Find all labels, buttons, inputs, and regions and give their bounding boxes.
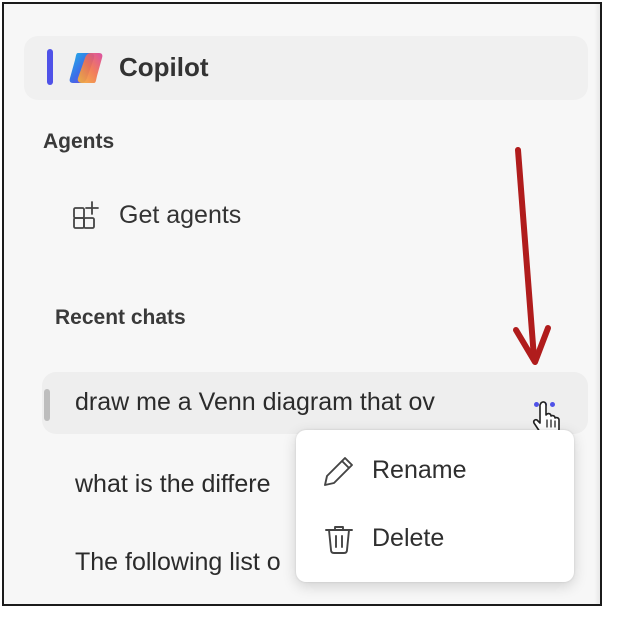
selection-indicator bbox=[47, 49, 53, 85]
copilot-label: Copilot bbox=[119, 52, 209, 82]
recent-chats-heading: Recent chats bbox=[55, 306, 186, 329]
delete-label: Delete bbox=[372, 524, 445, 552]
copilot-logo bbox=[69, 53, 103, 83]
trash-icon bbox=[325, 526, 353, 554]
get-agents-label: Get agents bbox=[119, 201, 242, 229]
chat-title: The following list o bbox=[75, 548, 281, 576]
annotation-arrow bbox=[513, 147, 551, 365]
agents-heading: Agents bbox=[43, 130, 115, 153]
chat-title: what is the differe bbox=[75, 470, 271, 498]
chat-title: draw me a Venn diagram that ov bbox=[75, 388, 435, 416]
delete-menu-item[interactable]: Delete bbox=[302, 508, 568, 568]
rename-menu-item[interactable]: Rename bbox=[302, 440, 568, 500]
apps-add-icon bbox=[73, 201, 99, 229]
copilot-nav-item[interactable]: Copilot bbox=[24, 36, 588, 100]
rename-label: Rename bbox=[372, 456, 467, 484]
active-indicator bbox=[44, 389, 50, 421]
pencil-icon bbox=[324, 457, 353, 486]
get-agents-button[interactable]: Get agents bbox=[64, 190, 364, 246]
chat-item[interactable]: draw me a Venn diagram that ov bbox=[42, 372, 588, 434]
chat-context-menu: Rename Delete bbox=[296, 430, 574, 582]
sidebar-panel: Copilot Agents Get agents Recent chats d… bbox=[2, 2, 602, 606]
scroll-edge bbox=[594, 4, 600, 604]
